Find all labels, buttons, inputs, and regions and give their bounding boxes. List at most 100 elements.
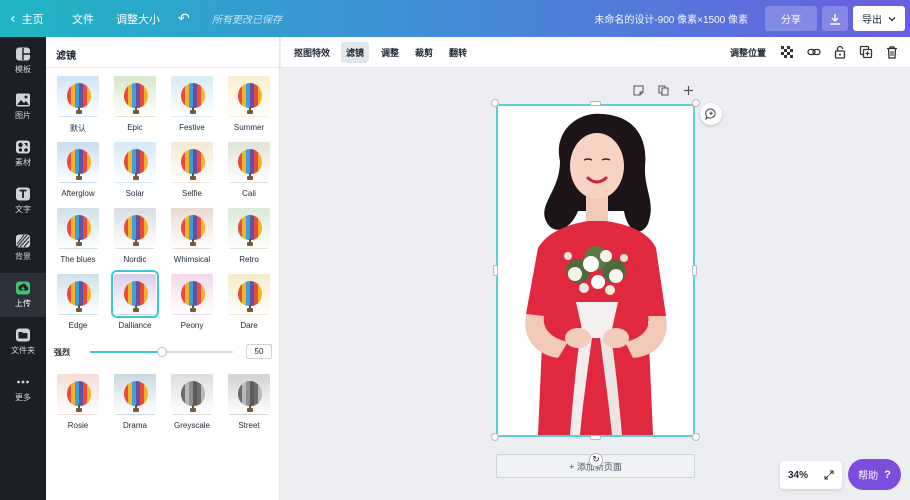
elements-icon	[16, 140, 30, 154]
lock-icon[interactable]	[833, 45, 847, 59]
export-button[interactable]: 导出	[853, 6, 905, 31]
filter-tile[interactable]: Afterglow	[56, 141, 100, 198]
resize-handle-top-right[interactable]	[692, 99, 700, 107]
hot-air-balloon-icon	[124, 215, 148, 240]
tab-crop[interactable]: 裁剪	[410, 42, 438, 63]
filter-tile[interactable]: The blues	[56, 207, 100, 264]
filter-tile[interactable]: Street	[227, 373, 271, 430]
filter-tile[interactable]: Dalliance	[111, 270, 159, 330]
zoom-level: 34%	[788, 469, 809, 481]
rail-item-text[interactable]: 文字	[0, 179, 46, 223]
slider-thumb[interactable]	[156, 347, 167, 357]
rail-item-images[interactable]: 图片	[0, 85, 46, 129]
copy-icon[interactable]	[658, 85, 669, 96]
design-title[interactable]: 未命名的设计-900 像素×1500 像素	[594, 0, 748, 37]
balloon-basket	[190, 408, 196, 412]
photo-woman-with-bouquet	[498, 106, 693, 435]
hot-air-balloon-icon	[181, 281, 205, 306]
hot-air-balloon-icon	[124, 281, 148, 306]
balloon-basket	[76, 308, 82, 312]
balloon-basket	[133, 308, 139, 312]
filter-tile[interactable]: Cali	[227, 141, 271, 198]
question-icon: ?	[884, 468, 891, 481]
note-icon[interactable]	[633, 85, 644, 96]
resize-handle-top[interactable]	[590, 101, 601, 106]
adjust-position-button[interactable]: 调整位置	[730, 42, 766, 63]
text-icon	[16, 187, 30, 201]
zoom-control[interactable]: 34%	[780, 461, 842, 489]
balloon-basket	[76, 110, 82, 114]
folder-icon	[16, 328, 30, 342]
resize-handle-right[interactable]	[692, 265, 697, 276]
balloon-basket	[133, 110, 139, 114]
filter-name: 默认	[70, 124, 86, 133]
expand-icon[interactable]	[824, 470, 834, 480]
filter-tile[interactable]: Edge	[56, 273, 100, 330]
strength-value-input[interactable]: 50	[246, 344, 272, 359]
hot-air-balloon-icon	[67, 215, 91, 240]
share-button[interactable]: 分享	[765, 6, 817, 31]
filter-tile[interactable]: Rosie	[56, 373, 100, 430]
tab-cutout-effects[interactable]: 抠图特效	[289, 42, 335, 63]
filter-name: Edge	[68, 321, 88, 330]
undo-icon[interactable]: ↶	[178, 0, 190, 37]
resize-handle-bottom[interactable]	[590, 435, 601, 440]
resize-menu[interactable]: 调整大小	[116, 0, 160, 37]
help-label: 帮助	[858, 471, 879, 482]
filter-tile[interactable]: Whimsical	[170, 207, 214, 264]
filter-name: Afterglow	[61, 189, 95, 198]
file-menu[interactable]: 文件	[72, 0, 94, 37]
rail-item-templates[interactable]: 模板	[0, 39, 46, 83]
rotate-icon[interactable]: ↻	[589, 453, 603, 467]
filter-tile[interactable]: Greyscale	[170, 373, 214, 430]
rail-item-folder[interactable]: 文件夹	[0, 320, 46, 364]
filter-tile[interactable]: Retro	[227, 207, 271, 264]
home-label: 主页	[21, 13, 44, 26]
transparency-icon[interactable]	[780, 45, 794, 59]
rail-label: 更多	[15, 393, 31, 402]
top-bar: ‹ 主页 文件 调整大小 ↶ 所有更改已保存 未命名的设计-900 像素×150…	[0, 0, 910, 37]
balloon-basket	[247, 176, 253, 180]
filter-tile[interactable]: Nordic	[113, 207, 157, 264]
rail-item-elements[interactable]: 素材	[0, 132, 46, 176]
filter-tile[interactable]: Festive	[170, 75, 214, 132]
filter-tile[interactable]: Epic	[113, 75, 157, 132]
hot-air-balloon-icon	[67, 381, 91, 406]
plus-icon[interactable]	[683, 85, 694, 96]
design-page[interactable]	[496, 104, 695, 437]
home-button[interactable]: ‹ 主页	[10, 0, 44, 37]
resize-handle-bottom-right[interactable]	[692, 433, 700, 441]
resize-handle-top-left[interactable]	[491, 99, 499, 107]
trash-icon[interactable]	[885, 45, 899, 59]
tab-flip[interactable]: 翻转	[444, 42, 472, 63]
filter-tile[interactable]: Peony	[170, 273, 214, 330]
hot-air-balloon-icon	[238, 281, 262, 306]
resize-handle-bottom-left[interactable]	[491, 433, 499, 441]
filter-thumbnail	[228, 75, 270, 117]
filter-tile[interactable]: 默认	[56, 75, 100, 134]
download-button[interactable]	[822, 6, 848, 31]
strength-slider[interactable]	[90, 347, 233, 357]
hot-air-balloon-icon	[238, 149, 262, 174]
hot-air-balloon-icon	[67, 281, 91, 306]
filter-tile[interactable]: Dare	[227, 273, 271, 330]
more-icon	[17, 380, 29, 384]
rail-item-more[interactable]: 更多	[0, 367, 46, 411]
filter-thumbnail	[114, 141, 156, 183]
resize-handle-left[interactable]	[493, 265, 498, 276]
balloon-basket	[133, 176, 139, 180]
help-button[interactable]: 帮助 ?	[848, 459, 901, 490]
tab-adjust[interactable]: 调整	[376, 42, 404, 63]
balloon-basket	[190, 176, 196, 180]
rail-label: 图片	[15, 111, 31, 120]
rail-item-upload[interactable]: 上传	[0, 273, 46, 317]
add-comment-button[interactable]	[700, 103, 722, 125]
filter-tile[interactable]: Drama	[113, 373, 157, 430]
link-icon[interactable]	[807, 45, 821, 59]
tab-filter[interactable]: 滤镜	[341, 42, 370, 63]
filter-tile[interactable]: Selfie	[170, 141, 214, 198]
filter-tile[interactable]: Solar	[113, 141, 157, 198]
duplicate-icon[interactable]	[859, 45, 873, 59]
filter-tile[interactable]: Summer	[227, 75, 271, 132]
rail-item-background[interactable]: 背景	[0, 226, 46, 270]
